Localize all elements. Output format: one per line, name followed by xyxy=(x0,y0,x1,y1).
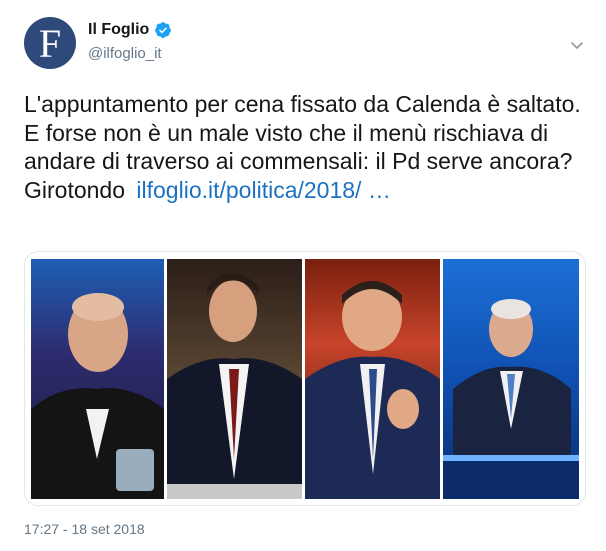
timestamp[interactable]: 17:27 - 18 set 2018 xyxy=(24,521,145,537)
avatar-letter: F xyxy=(38,21,62,66)
verified-badge-icon xyxy=(155,22,172,38)
name-row: Il Foglio xyxy=(88,21,172,39)
avatar[interactable]: F xyxy=(24,17,76,69)
tweet-link[interactable]: ilfoglio.it/politica/2018/ … xyxy=(136,176,390,205)
photo-3[interactable] xyxy=(305,259,440,499)
photo-2[interactable] xyxy=(167,259,302,499)
tweet-text: L'appuntamento per cena fissato da Calen… xyxy=(24,90,589,204)
chevron-down-icon[interactable] xyxy=(570,38,584,52)
handle[interactable]: @ilfoglio_it xyxy=(88,45,162,62)
photo-4[interactable] xyxy=(443,259,579,499)
media-grid xyxy=(24,251,586,506)
photo-1[interactable] xyxy=(31,259,164,499)
display-name[interactable]: Il Foglio xyxy=(88,21,149,39)
